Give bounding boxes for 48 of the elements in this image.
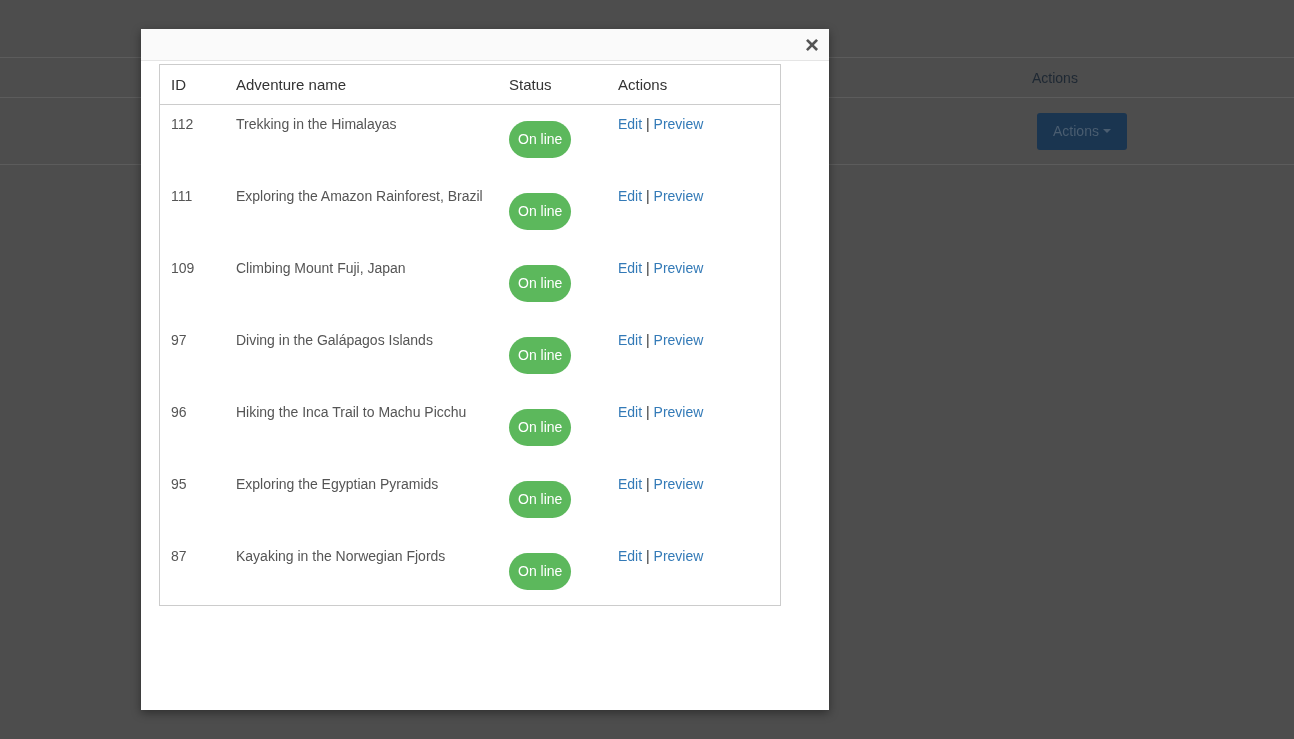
status-badge: On line <box>509 409 572 446</box>
table-cell: 95 <box>171 476 187 492</box>
separator: | <box>646 260 650 276</box>
edit-link[interactable]: Edit <box>618 332 643 348</box>
table-cell: Trekking in the Himalayas <box>236 116 397 132</box>
preview-link[interactable]: Preview <box>653 116 704 132</box>
status-badge: On line <box>509 265 572 302</box>
column-header: ID <box>171 76 186 93</box>
caret-icon <box>1102 129 1111 133</box>
column-header: Actions <box>618 76 668 93</box>
edit-link[interactable]: Edit <box>618 476 643 492</box>
separator: | <box>646 476 650 492</box>
table-cell: 112 <box>171 116 194 132</box>
column-header: Adventure name <box>236 76 347 93</box>
separator: | <box>646 404 650 420</box>
edit-link[interactable]: Edit <box>618 260 643 276</box>
table-cell: Exploring the Amazon Rainforest, Brazil <box>236 188 483 204</box>
close-button[interactable]: × <box>803 32 821 57</box>
status-badge: On line <box>509 553 572 590</box>
table-cell: 96 <box>171 404 187 420</box>
preview-link[interactable]: Preview <box>653 548 704 564</box>
separator: | <box>646 332 650 348</box>
edit-link[interactable]: Edit <box>618 548 643 564</box>
status-badge: On line <box>509 481 572 518</box>
table-cell: Exploring the Egyptian Pyramids <box>236 476 439 492</box>
edit-link[interactable]: Edit <box>618 188 643 204</box>
status-badge: On line <box>509 337 572 374</box>
status-badge: On line <box>509 121 572 158</box>
separator: | <box>646 116 650 132</box>
edit-link[interactable]: Edit <box>618 116 643 132</box>
table-cell: Diving in the Galápagos Islands <box>236 332 433 348</box>
preview-link[interactable]: Preview <box>653 188 704 204</box>
separator: | <box>646 548 650 564</box>
preview-link[interactable]: Preview <box>653 476 704 492</box>
preview-link[interactable]: Preview <box>653 404 704 420</box>
table-cell: 97 <box>171 332 187 348</box>
table-cell: Kayaking in the Norwegian Fjords <box>236 548 446 564</box>
column-header: Status <box>509 76 552 93</box>
table-cell: Climbing Mount Fuji, Japan <box>236 260 406 276</box>
table-cell: Hiking the Inca Trail to Machu Picchu <box>236 404 467 420</box>
preview-link[interactable]: Preview <box>653 332 704 348</box>
preview-link[interactable]: Preview <box>653 260 704 276</box>
edit-link[interactable]: Edit <box>618 404 643 420</box>
status-badge: On line <box>509 193 572 230</box>
separator: | <box>646 188 650 204</box>
table-cell: 109 <box>171 260 195 276</box>
table-cell: 111 <box>171 188 193 204</box>
table-cell: 87 <box>171 548 187 564</box>
